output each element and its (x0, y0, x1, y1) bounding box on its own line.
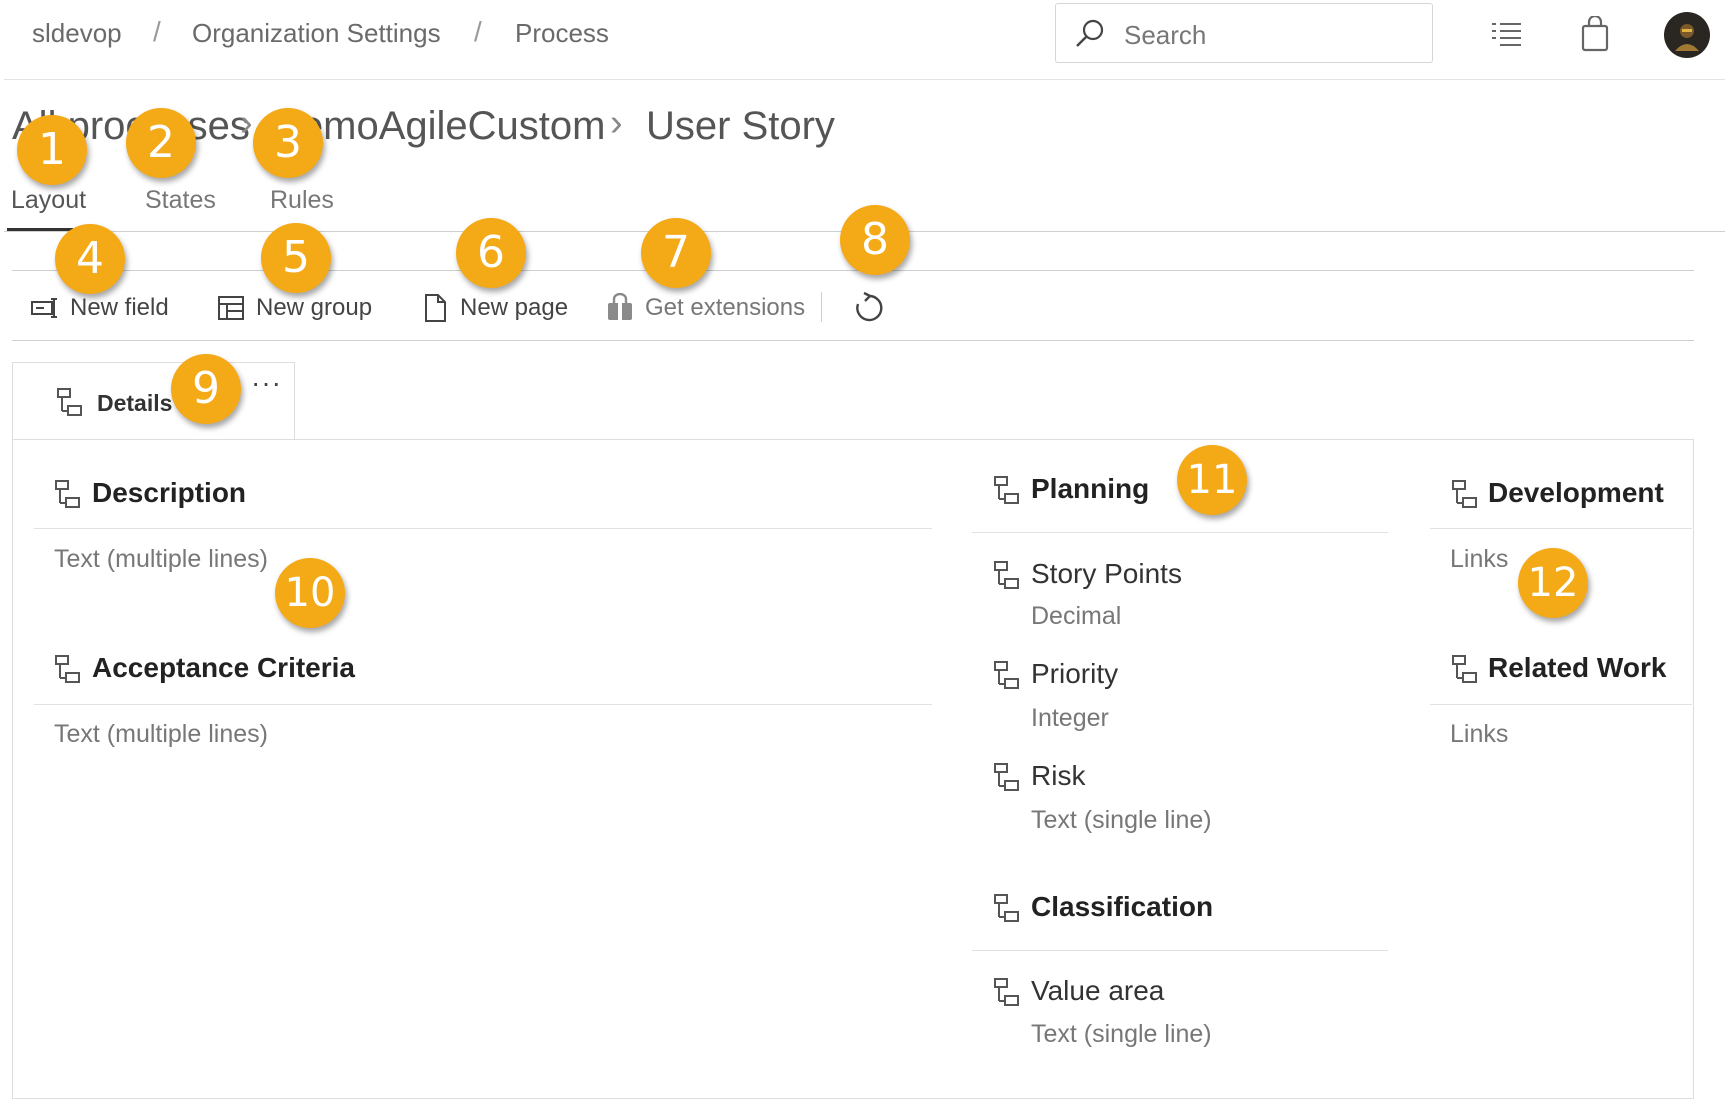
new-page-label: New page (460, 294, 569, 321)
group-divider (972, 532, 1388, 533)
new-page-icon (425, 294, 446, 322)
callout-marker-2: 2 (126, 108, 196, 178)
task-list-icon[interactable] (1490, 20, 1522, 48)
field-acceptance-criteria-type[interactable]: Text (multiple lines) (54, 720, 268, 749)
callout-marker-8: 8 (840, 205, 910, 275)
new-field-label: New field (70, 294, 169, 321)
field-risk-type: Text (single line) (1031, 806, 1212, 834)
refresh-icon[interactable] (853, 291, 885, 325)
field-priority-name[interactable]: Priority (1031, 658, 1118, 690)
group-icon (55, 655, 80, 683)
field-icon (994, 661, 1019, 689)
new-page-button[interactable]: New page (420, 288, 568, 328)
breadcrumb-organization-settings[interactable]: Organization Settings (192, 18, 441, 49)
search-box[interactable]: Search (1055, 3, 1433, 63)
new-group-icon (218, 296, 244, 320)
group-related-work-title[interactable]: Related Work (1488, 652, 1666, 684)
more-options-icon[interactable]: ··· (251, 367, 282, 399)
group-icon (994, 894, 1019, 922)
page-tab-label: Details (97, 390, 173, 416)
page-tab-details[interactable]: Details ··· (12, 362, 295, 440)
field-icon (994, 561, 1019, 589)
group-icon (1452, 655, 1477, 683)
field-description-type[interactable]: Text (multiple lines) (54, 545, 268, 574)
callout-marker-6: 6 (456, 218, 526, 288)
field-value-area-name[interactable]: Value area (1031, 975, 1164, 1007)
toolbar-separator (821, 292, 822, 322)
callout-marker-7: 7 (641, 218, 711, 288)
group-icon (55, 480, 80, 508)
group-acceptance-criteria-title[interactable]: Acceptance Criteria (92, 652, 355, 684)
group-icon (1452, 480, 1477, 508)
group-icon (994, 476, 1019, 504)
avatar[interactable] (1663, 11, 1711, 59)
callout-marker-5: 5 (261, 223, 331, 293)
new-group-button[interactable]: New group (216, 288, 372, 328)
extensions-bag-icon (608, 293, 632, 320)
field-development-type[interactable]: Links (1450, 545, 1508, 574)
title-path-work-item: User Story (646, 104, 835, 148)
field-value-area-type: Text (single line) (1031, 1020, 1212, 1048)
breadcrumb-separator: / (153, 16, 161, 47)
field-risk-name[interactable]: Risk (1031, 760, 1085, 792)
new-field-icon (31, 298, 57, 318)
header-divider (4, 79, 1725, 80)
field-icon (994, 978, 1019, 1006)
search-placeholder: Search (1124, 20, 1207, 50)
get-extensions-button[interactable]: Get extensions (605, 288, 805, 328)
search-icon (1076, 19, 1104, 47)
new-field-button[interactable]: New field (30, 288, 169, 328)
field-related-work-type[interactable]: Links (1450, 720, 1508, 749)
callout-marker-3: 3 (253, 108, 323, 178)
group-divider (34, 528, 932, 529)
chevron-right-icon: › (240, 102, 253, 144)
callout-marker-1: 1 (17, 115, 87, 185)
callout-marker-4: 4 (55, 224, 125, 294)
group-planning-title[interactable]: Planning (1031, 473, 1149, 505)
group-divider (1430, 528, 1692, 529)
breadcrumb-process[interactable]: Process (515, 18, 609, 49)
group-divider (34, 704, 932, 705)
page-icon (57, 388, 82, 416)
group-description-title[interactable]: Description (92, 477, 246, 509)
tab-states[interactable]: States (145, 186, 216, 215)
field-priority-type: Integer (1031, 704, 1109, 732)
callout-marker-10: 10 (275, 558, 345, 628)
layout-pane (12, 439, 1694, 1099)
group-divider (1430, 704, 1692, 705)
callout-marker-12: 12 (1518, 548, 1588, 618)
shopping-bag-icon[interactable] (1580, 16, 1610, 52)
chevron-right-icon: › (610, 102, 623, 144)
callout-marker-11: 11 (1177, 445, 1247, 515)
tab-layout[interactable]: Layout (11, 186, 86, 215)
tab-rules[interactable]: Rules (270, 186, 334, 215)
new-group-label: New group (256, 294, 373, 321)
field-story-points-name[interactable]: Story Points (1031, 558, 1182, 590)
breadcrumb-organization[interactable]: sldevop (32, 18, 122, 49)
toolbar-bottom-divider (12, 340, 1694, 341)
get-extensions-label: Get extensions (645, 294, 806, 321)
group-development-title[interactable]: Development (1488, 477, 1664, 509)
field-icon (994, 763, 1019, 791)
breadcrumb-separator: / (474, 16, 482, 47)
group-classification-title[interactable]: Classification (1031, 891, 1213, 923)
callout-marker-9: 9 (171, 354, 241, 424)
field-story-points-type: Decimal (1031, 602, 1122, 630)
group-divider (972, 950, 1388, 951)
